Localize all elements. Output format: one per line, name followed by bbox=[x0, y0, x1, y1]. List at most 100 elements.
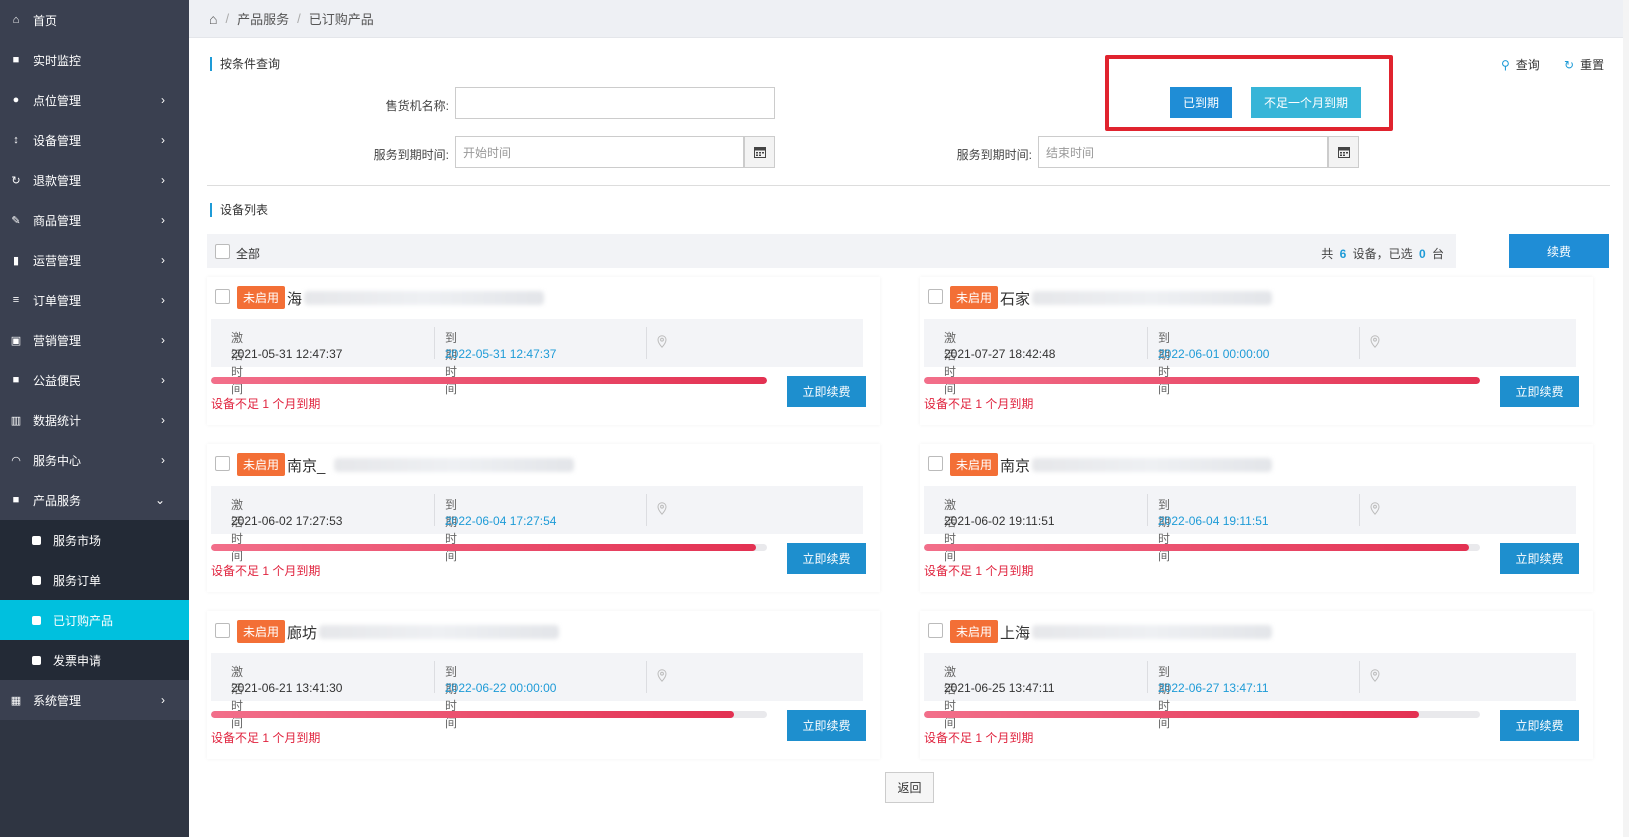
expired-filter-button[interactable]: 已到期 bbox=[1170, 87, 1232, 118]
column-divider bbox=[434, 327, 435, 359]
search-icon: ⚲ bbox=[1501, 57, 1510, 72]
sidebar-item-label: 公益便民 bbox=[33, 373, 82, 388]
scrollbar[interactable] bbox=[1623, 0, 1629, 837]
activation-time: 2021-06-02 19:11:51 bbox=[944, 514, 1055, 528]
sidebar-item-1[interactable]: ■ 实时监控 bbox=[0, 40, 189, 80]
home-icon[interactable]: ⌂ bbox=[209, 11, 217, 27]
breadcrumb-item-current: 已订购产品 bbox=[308, 12, 374, 27]
redacted-name bbox=[304, 291, 544, 305]
location-pin-icon[interactable] bbox=[657, 669, 667, 685]
device-info-panel: 激活时间 2021-07-27 18:42:48 到期时间 2022-06-01 00… bbox=[924, 319, 1576, 396]
sidebar-subitem-2[interactable]: 已订购产品 bbox=[0, 600, 189, 640]
status-badge: 未启用 bbox=[950, 286, 999, 309]
progress-fill bbox=[211, 711, 734, 718]
device-checkbox[interactable] bbox=[215, 456, 230, 471]
progress-fill bbox=[924, 711, 1419, 718]
expiry-warning: 设备不足 1 个月到期 bbox=[924, 397, 1034, 411]
redacted-name bbox=[334, 458, 574, 472]
sidebar-item-12[interactable]: ■ 产品服务 ⌄ bbox=[0, 480, 189, 520]
expiry-warning: 设备不足 1 个月到期 bbox=[924, 564, 1034, 578]
sidebar-subitem-1[interactable]: 服务订单 bbox=[0, 560, 189, 600]
bar-chart-icon: ▥ bbox=[10, 414, 22, 427]
device-name: 南京_ bbox=[287, 458, 326, 475]
sidebar-item-9[interactable]: ■ 公益便民 › bbox=[0, 360, 189, 400]
query-button[interactable]: ⚲ 查询 bbox=[1501, 56, 1540, 73]
home-icon: ⌂ bbox=[12, 14, 20, 26]
query-label: 查询 bbox=[1515, 58, 1540, 72]
activation-time: 2021-07-27 18:42:48 bbox=[944, 347, 1056, 361]
location-pin-icon[interactable] bbox=[1370, 502, 1380, 518]
sidebar-item-5[interactable]: ✎ 商品管理 › bbox=[0, 200, 189, 240]
sidebar-item-11[interactable]: ◠ 服务中心 › bbox=[0, 440, 189, 480]
device-card: 未启用 上海 激活时间 2021-06-25 13:47:11 到期时间 2022-06-… bbox=[920, 611, 1593, 759]
sidebar-item-label: 订单管理 bbox=[33, 293, 82, 308]
sidebar-item-2[interactable]: ● 点位管理 › bbox=[0, 80, 189, 120]
column-divider bbox=[1359, 327, 1360, 359]
renew-now-button[interactable]: 立即续费 bbox=[1500, 376, 1579, 407]
sidebar-item-8[interactable]: ▣ 营销管理 › bbox=[0, 320, 189, 360]
select-all-label: 全部 bbox=[236, 247, 261, 261]
reset-button[interactable]: ↻ 重置 bbox=[1564, 56, 1604, 73]
breadcrumb-item-product-service[interactable]: 产品服务 bbox=[237, 9, 289, 28]
location-pin-icon[interactable] bbox=[1370, 335, 1380, 351]
square-icon: ■ bbox=[12, 494, 20, 506]
sidebar-item-label: 实时监控 bbox=[33, 53, 82, 68]
renew-now-button[interactable]: 立即续费 bbox=[1500, 710, 1579, 741]
table-icon: ▦ bbox=[10, 694, 22, 707]
column-divider bbox=[1147, 327, 1148, 359]
device-list-title: 设备列表 bbox=[210, 203, 268, 217]
sidebar-subitem-3[interactable]: 发票申请 bbox=[0, 640, 189, 680]
sidebar-item-6[interactable]: ▮ 运营管理 › bbox=[0, 240, 189, 280]
sidebar-item-label: 退款管理 bbox=[33, 173, 82, 188]
sidebar-item-7[interactable]: ≡ 订单管理 › bbox=[0, 280, 189, 320]
sidebar-item-10[interactable]: ▥ 数据统计 › bbox=[0, 400, 189, 440]
machine-name-input[interactable] bbox=[455, 87, 775, 119]
renew-now-button[interactable]: 立即续费 bbox=[1500, 543, 1579, 574]
sidebar-item-label: 系统管理 bbox=[33, 693, 82, 708]
expiry-warning: 设备不足 1 个月到期 bbox=[211, 564, 321, 578]
sidebar-item-label: 营销管理 bbox=[33, 333, 82, 348]
device-info-panel: 激活时间 2021-06-21 13:41:30 到期时间 2022-06-22 00… bbox=[211, 653, 863, 730]
sidebar-item-4[interactable]: ↻ 退款管理 › bbox=[0, 160, 189, 200]
device-checkbox[interactable] bbox=[928, 623, 943, 638]
location-pin-icon[interactable] bbox=[657, 502, 667, 518]
expire-time: 2022-06-04 19:11:51 bbox=[1158, 514, 1269, 528]
expiry-progress-bar bbox=[924, 711, 1480, 718]
square-icon bbox=[30, 614, 42, 626]
summary-prefix: 共 bbox=[1321, 247, 1334, 261]
location-pin-icon[interactable] bbox=[657, 335, 667, 351]
redacted-name bbox=[1032, 291, 1272, 305]
device-checkbox[interactable] bbox=[215, 623, 230, 638]
activation-time: 2021-06-21 13:41:30 bbox=[231, 681, 343, 695]
sidebar-subitem-0[interactable]: 服务市场 bbox=[0, 520, 189, 560]
device-name: 南京 bbox=[1000, 458, 1031, 475]
sidebar-item-system[interactable]: ▦ 系统管理 › bbox=[0, 680, 189, 720]
expiry-progress-bar bbox=[211, 544, 767, 551]
calendar-start-button[interactable] bbox=[744, 136, 775, 168]
expire-start-input[interactable]: 开始时间 bbox=[455, 136, 744, 168]
activation-time: 2021-06-25 13:47:11 bbox=[944, 681, 1055, 695]
sidebar-item-0[interactable]: ⌂ 首页 bbox=[0, 0, 189, 40]
less-than-month-filter-button[interactable]: 不足一个月到期 bbox=[1251, 87, 1361, 118]
sidebar-item-3[interactable]: ↕ 设备管理 › bbox=[0, 120, 189, 160]
renew-all-button[interactable]: 续费 bbox=[1509, 234, 1609, 268]
device-checkbox[interactable] bbox=[928, 289, 943, 304]
renew-now-button[interactable]: 立即续费 bbox=[787, 543, 866, 574]
device-checkbox[interactable] bbox=[928, 456, 943, 471]
expire-end-input[interactable]: 结束时间 bbox=[1038, 136, 1328, 168]
renew-now-button[interactable]: 立即续费 bbox=[787, 710, 866, 741]
device-name: 上海 bbox=[1000, 625, 1031, 642]
back-button[interactable]: 返回 bbox=[885, 772, 934, 803]
activation-label: 激活时间 bbox=[944, 331, 957, 396]
select-all-checkbox[interactable] bbox=[215, 244, 230, 259]
expire-label: 到期时间 bbox=[445, 331, 458, 396]
calendar-end-button[interactable] bbox=[1328, 136, 1359, 168]
reset-label: 重置 bbox=[1580, 58, 1605, 72]
location-pin-icon[interactable] bbox=[1370, 669, 1380, 685]
renew-now-button[interactable]: 立即续费 bbox=[787, 376, 866, 407]
device-checkbox[interactable] bbox=[215, 289, 230, 304]
chevron-right-icon: › bbox=[161, 453, 165, 467]
summary-suffix: 台 bbox=[1431, 247, 1444, 261]
column-divider bbox=[1147, 661, 1148, 693]
column-divider bbox=[434, 661, 435, 693]
